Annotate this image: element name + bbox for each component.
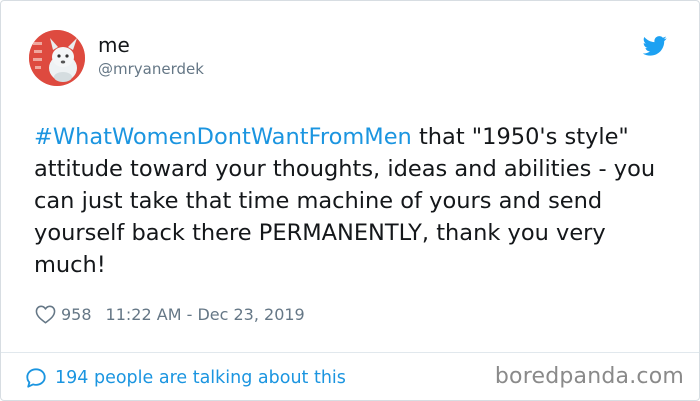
speech-bubble-icon [25, 367, 47, 389]
tweet-meta: 958 11:22 AM - Dec 23, 2019 [35, 303, 305, 325]
conversation-link[interactable]: 194 people are talking about this [25, 366, 346, 390]
tweet-card: me @mryanerdek #WhatWomenDontWantFromMen… [0, 0, 700, 401]
divider [1, 352, 699, 353]
like-count[interactable]: 958 [61, 305, 92, 324]
avatar[interactable] [29, 30, 85, 86]
hashtag-link[interactable]: #WhatWomenDontWantFromMen [34, 124, 412, 150]
tweet-body: #WhatWomenDontWantFromMen that "1950's s… [34, 121, 674, 281]
watermark: boredpanda.com [494, 364, 684, 389]
tweet-timestamp[interactable]: 11:22 AM - Dec 23, 2019 [106, 305, 305, 324]
author-handle[interactable]: @mryanerdek [98, 62, 204, 77]
heart-icon[interactable] [35, 305, 56, 324]
author-display-name[interactable]: me [98, 35, 130, 55]
avatar-image [29, 30, 85, 86]
conversation-label[interactable]: 194 people are talking about this [55, 368, 346, 388]
twitter-bird-icon[interactable] [642, 36, 667, 56]
